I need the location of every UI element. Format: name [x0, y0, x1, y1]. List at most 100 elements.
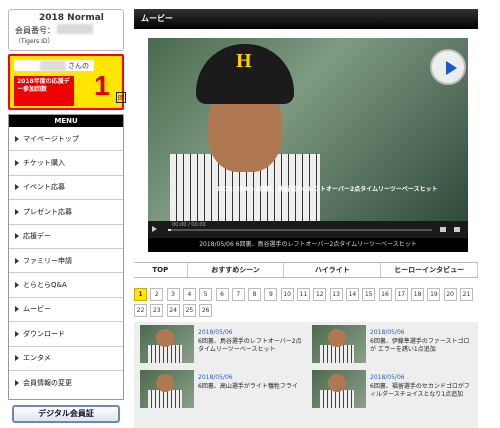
user-name-redacted	[40, 60, 66, 71]
video-player[interactable]: H 2018/05/06 6回裏、鳥谷選手のレフトオーバー2点タイムリーツーベー…	[148, 38, 468, 238]
time-readout: 00:00 / 00:00	[172, 222, 206, 228]
page-link-6[interactable]: 6	[215, 288, 229, 301]
menu-item-member-info[interactable]: 会員情報の変更	[9, 371, 123, 395]
menu-item-label: エンタメ	[23, 354, 51, 363]
participation-count: 1	[94, 70, 110, 101]
digital-card-button[interactable]: デジタル会員証	[12, 405, 120, 423]
video-item[interactable]: 2018/05/06 6回裏、鳥谷選手のレフトオーバー2点タイムリーツーベースヒッ…	[134, 322, 302, 364]
volume-icon[interactable]	[440, 227, 446, 232]
page-link-8[interactable]: 8	[248, 288, 262, 301]
video-title[interactable]: 6回裏、福留選手のセカンドゴロがフィルダースチョイスとなり1点追加	[370, 383, 474, 399]
support-day-banner: さんの 2018年度の応援デー参加回数 1 回	[8, 54, 127, 110]
seek-progress	[168, 229, 171, 231]
tab-hero-interview[interactable]: ヒーローインタビュー	[381, 263, 479, 277]
page-link-14[interactable]: 14	[345, 288, 359, 301]
page-link-18[interactable]: 18	[411, 288, 425, 301]
menu-item-events[interactable]: イベント応募	[9, 176, 123, 201]
video-thumbnail[interactable]	[312, 325, 366, 363]
member-plan: 2018 Normal	[39, 13, 104, 23]
menu-item-label: ムービー	[23, 305, 51, 314]
participation-unit: 回	[116, 92, 127, 103]
menu-item-entertainment[interactable]: エンタメ	[9, 347, 123, 371]
member-card: 2018 Normal 会員番号： （Tigers ID）	[8, 9, 124, 51]
participation-label: 2018年度の応援デー参加回数	[14, 76, 74, 106]
video-title[interactable]: 6回裏、鳥谷選手のレフトオーバー2点タイムリーツーベースヒット	[198, 338, 302, 354]
play-icon[interactable]	[430, 49, 466, 85]
menu-item-label: イベント応募	[23, 183, 65, 192]
page-link-2[interactable]: 2	[150, 288, 164, 301]
page-link-1[interactable]: 1	[134, 288, 147, 301]
video-date: 2018/05/06	[198, 374, 233, 381]
thumbnail-face	[328, 374, 346, 392]
menu-item-family[interactable]: ファミリー申請	[9, 249, 123, 274]
seek-bar[interactable]	[168, 229, 432, 231]
menu-item-download[interactable]: ダウンロード	[9, 322, 123, 347]
menu-item-label: ダウンロード	[23, 329, 65, 338]
page-link-4[interactable]: 4	[182, 288, 196, 301]
thumbnail-body	[320, 390, 354, 408]
video-thumbnail[interactable]	[140, 325, 194, 363]
member-number-redacted	[57, 24, 93, 34]
page-link-23[interactable]: 23	[150, 304, 164, 317]
page-link-17[interactable]: 17	[394, 288, 408, 301]
page-link-19[interactable]: 19	[427, 288, 441, 301]
video-thumbnail[interactable]	[312, 370, 366, 408]
video-date: 2018/05/06	[370, 374, 405, 381]
menu-item-qa[interactable]: とらとらQ&A	[9, 273, 123, 298]
page-link-9[interactable]: 9	[264, 288, 278, 301]
thumbnail-body	[320, 345, 354, 363]
page-link-7[interactable]: 7	[231, 288, 245, 301]
page-title: ムービー	[134, 9, 478, 29]
menu-heading: MENU	[9, 115, 123, 127]
video-thumbnail[interactable]	[140, 370, 194, 408]
menu-item-label: マイページトップ	[23, 134, 79, 143]
play-small-icon[interactable]	[152, 226, 157, 232]
arrow-icon	[15, 135, 19, 142]
page-link-24[interactable]: 24	[166, 304, 180, 317]
menu-item-movie[interactable]: ムービー	[9, 298, 123, 323]
tab-recommended[interactable]: おすすめシーン	[188, 263, 285, 277]
video-item[interactable]: 2018/05/06 6回裏、福留選手のセカンドゴロがフィルダースチョイスとなり1…	[306, 367, 474, 409]
tab-highlight[interactable]: ハイライト	[284, 263, 382, 277]
page-link-12[interactable]: 12	[313, 288, 327, 301]
video-item[interactable]: 2018/05/06 6回裏、高山選手がライト犠牲フライ	[134, 367, 302, 409]
fullscreen-icon[interactable]	[454, 227, 460, 232]
video-title[interactable]: 6回裏、高山選手がライト犠牲フライ	[198, 383, 302, 391]
sidebar: 2018 Normal 会員番号： （Tigers ID） さんの 2018年度…	[8, 9, 127, 428]
page-link-10[interactable]: 10	[280, 288, 294, 301]
page-link-22[interactable]: 22	[134, 304, 147, 317]
video-date: 2018/05/06	[198, 329, 233, 336]
menu-item-presents[interactable]: プレゼント応募	[9, 200, 123, 225]
page-link-25[interactable]: 25	[182, 304, 196, 317]
page-link-15[interactable]: 15	[362, 288, 376, 301]
menu-item-label: 会員情報の変更	[23, 379, 72, 388]
page-link-11[interactable]: 11	[297, 288, 310, 301]
video-overlay-caption: 2018/05/06 6回裏、鳥谷選手のレフトオーバー2点タイムリーツーベースヒ…	[216, 186, 438, 193]
movie-tabs: TOP おすすめシーン ハイライト ヒーローインタビュー	[134, 262, 479, 278]
video-caption: 2018/05/06 6回裏、鳥谷選手のレフトオーバー2点タイムリーツーベースヒ…	[148, 238, 468, 252]
menu-item-label: 応援デー	[23, 232, 51, 241]
menu-item-tickets[interactable]: チケット購入	[9, 151, 123, 176]
team-logo: H	[236, 50, 252, 72]
page-link-21[interactable]: 21	[460, 288, 473, 301]
menu-item-label: プレゼント応募	[23, 207, 72, 216]
menu-item-support-day[interactable]: 応援デー	[9, 225, 123, 249]
page-link-3[interactable]: 3	[166, 288, 180, 301]
page-link-26[interactable]: 26	[199, 304, 213, 317]
video-list: 2018/05/06 6回裏、鳥谷選手のレフトオーバー2点タイムリーツーベースヒッ…	[134, 322, 478, 428]
page-link-5[interactable]: 5	[199, 288, 213, 301]
arrow-icon	[15, 355, 19, 362]
tab-top[interactable]: TOP	[134, 263, 188, 277]
thumbnail-face	[156, 374, 174, 392]
menu-item-mypage[interactable]: マイページトップ	[9, 127, 123, 152]
menu-item-label: とらとらQ&A	[23, 281, 67, 290]
video-item[interactable]: 2018/05/06 6回裏、伊藤隼選手のファーストゴロが エラーを誘い1点追加	[306, 322, 474, 364]
video-title[interactable]: 6回裏、伊藤隼選手のファーストゴロが エラーを誘い1点追加	[370, 338, 474, 354]
thumbnail-body	[148, 345, 182, 363]
page-link-13[interactable]: 13	[329, 288, 343, 301]
page-link-20[interactable]: 20	[443, 288, 457, 301]
name-suffix: さんの	[68, 62, 89, 70]
thumbnail-body	[148, 390, 182, 408]
side-menu: MENU マイページトップ チケット購入 イベント応募 プレゼント応募 応援デー…	[8, 114, 124, 400]
page-link-16[interactable]: 16	[378, 288, 392, 301]
